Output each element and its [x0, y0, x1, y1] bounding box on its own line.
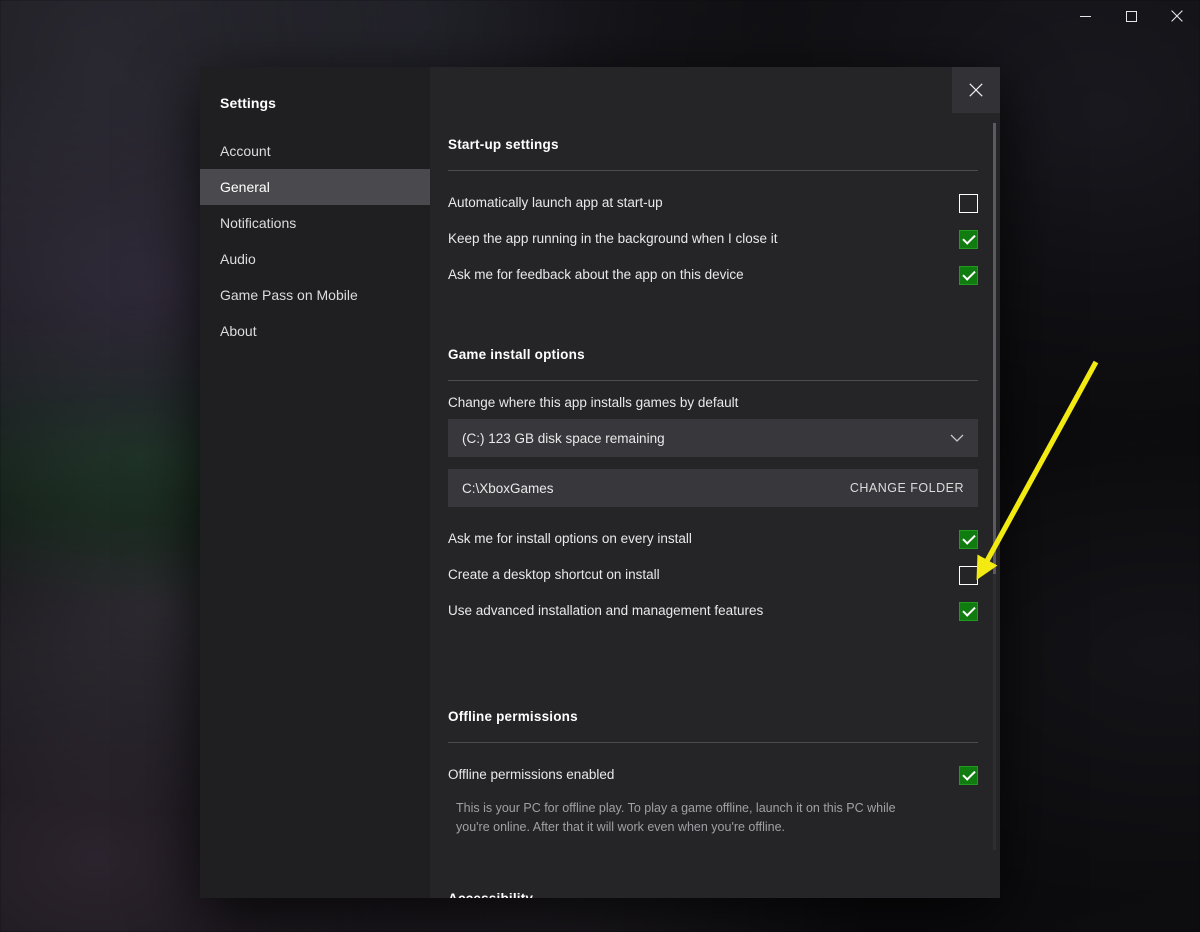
sidebar-item-label: General: [220, 179, 270, 195]
setting-row-auto-launch[interactable]: Automatically launch app at start-up: [448, 185, 978, 221]
scrollbar-thumb[interactable]: [993, 123, 996, 574]
install-drive-dropdown[interactable]: (C:) 123 GB disk space remaining: [448, 419, 978, 457]
sidebar-item-label: About: [220, 323, 257, 339]
setting-label: Automatically launch app at start-up: [448, 195, 663, 210]
sidebar-item-notifications[interactable]: Notifications: [200, 205, 430, 241]
settings-dialog: Settings Account General Notifications A…: [200, 67, 1000, 898]
install-path-box[interactable]: C:\XboxGames CHANGE FOLDER: [448, 469, 978, 507]
maximize-button[interactable]: [1108, 0, 1154, 32]
sidebar-item-account[interactable]: Account: [200, 133, 430, 169]
settings-sidebar: Settings Account General Notifications A…: [200, 67, 430, 898]
setting-label: Keep the app running in the background w…: [448, 231, 778, 246]
install-drive-value: (C:) 123 GB disk space remaining: [462, 430, 665, 446]
section-heading-startup: Start-up settings: [448, 137, 559, 152]
chevron-down-icon: [950, 434, 964, 442]
maximize-icon: [1125, 10, 1137, 22]
section-heading-offline: Offline permissions: [448, 709, 578, 724]
close-icon: [1171, 10, 1183, 22]
sidebar-item-game-pass-on-mobile[interactable]: Game Pass on Mobile: [200, 277, 430, 313]
setting-row-ask-install-options[interactable]: Ask me for install options on every inst…: [448, 521, 978, 557]
section-heading-game-install: Game install options: [448, 347, 585, 362]
setting-label: Use advanced installation and management…: [448, 603, 764, 618]
setting-label: Create a desktop shortcut on install: [448, 567, 660, 582]
content-scrollbar[interactable]: [993, 123, 996, 850]
minimize-icon: [1079, 15, 1091, 17]
dialog-close-button[interactable]: [952, 67, 1000, 113]
sidebar-item-label: Game Pass on Mobile: [220, 287, 358, 303]
section-heading-accessibility: Accessibility: [448, 883, 978, 898]
setting-label: Offline permissions enabled: [448, 767, 615, 782]
setting-row-keep-running[interactable]: Keep the app running in the background w…: [448, 221, 978, 257]
checkbox-ask-install-options[interactable]: [959, 529, 978, 549]
sidebar-item-about[interactable]: About: [200, 313, 430, 349]
sidebar-item-label: Notifications: [220, 215, 297, 231]
window-close-button[interactable]: [1154, 0, 1200, 32]
checkbox-advanced-install[interactable]: [959, 601, 978, 621]
minimize-button[interactable]: [1062, 0, 1108, 32]
setting-label: Ask me for install options on every inst…: [448, 531, 692, 546]
window-caption-bar: [1062, 0, 1200, 32]
setting-row-desktop-shortcut[interactable]: Create a desktop shortcut on install: [448, 557, 978, 593]
offline-help-text: This is your PC for offline play. To pla…: [456, 801, 896, 834]
close-icon: [969, 83, 983, 97]
install-path-value: C:\XboxGames: [462, 480, 554, 496]
checkbox-desktop-shortcut[interactable]: [959, 565, 978, 585]
checkbox-auto-launch[interactable]: [959, 193, 978, 213]
change-folder-button[interactable]: CHANGE FOLDER: [850, 481, 964, 495]
sidebar-item-label: Audio: [220, 251, 256, 267]
sidebar-item-audio[interactable]: Audio: [200, 241, 430, 277]
install-location-label: Change where this app installs games by …: [448, 395, 739, 410]
checkbox-keep-running[interactable]: [959, 229, 978, 249]
setting-row-offline-permissions[interactable]: Offline permissions enabled: [448, 757, 978, 793]
setting-label: Ask me for feedback about the app on thi…: [448, 267, 744, 282]
sidebar-item-general[interactable]: General: [200, 169, 430, 205]
sidebar-item-label: Account: [220, 143, 271, 159]
checkbox-offline-permissions[interactable]: [959, 765, 978, 785]
sidebar-title: Settings: [220, 95, 277, 111]
setting-row-advanced-install[interactable]: Use advanced installation and management…: [448, 593, 978, 629]
checkbox-feedback[interactable]: [959, 265, 978, 285]
settings-content-area: Start-up settings Automatically launch a…: [430, 67, 1000, 898]
setting-row-feedback[interactable]: Ask me for feedback about the app on thi…: [448, 257, 978, 293]
